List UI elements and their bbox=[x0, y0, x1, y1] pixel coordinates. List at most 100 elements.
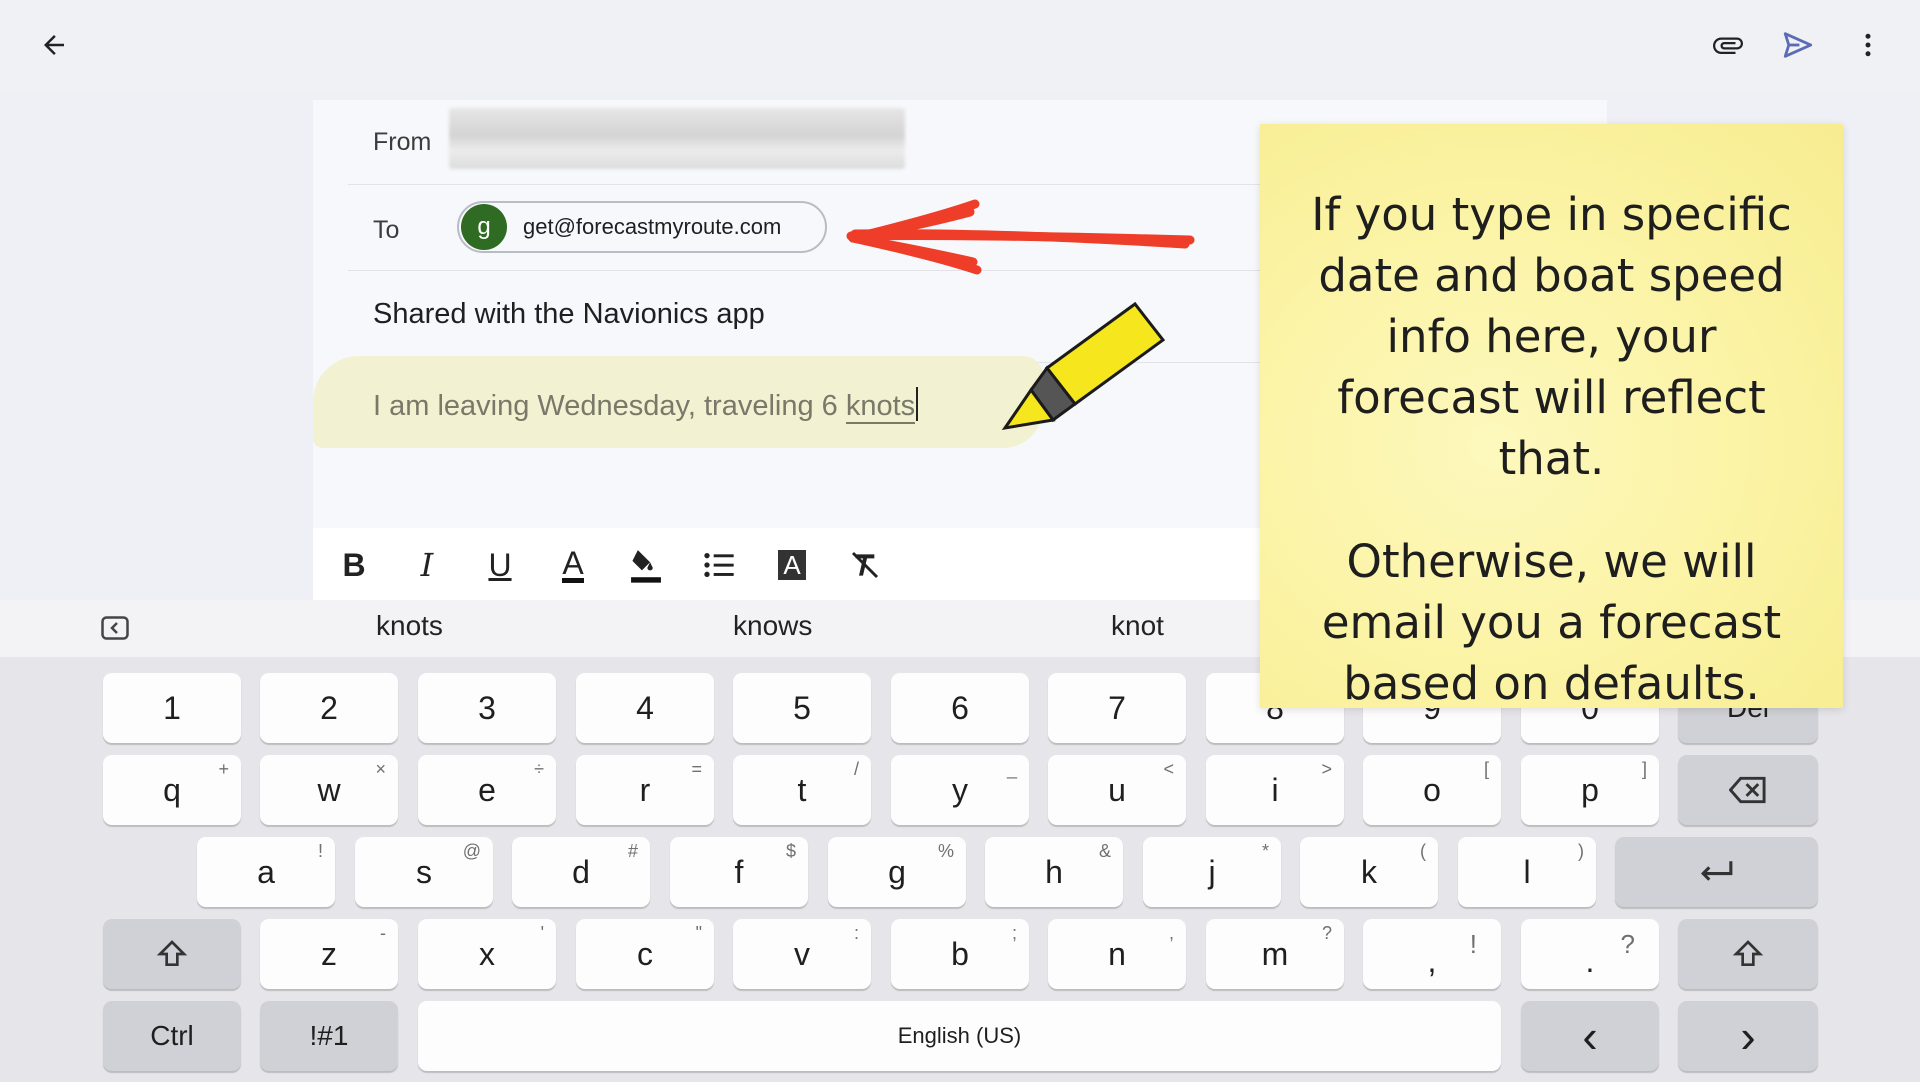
arrow-left-icon bbox=[44, 35, 64, 55]
body-text-prefix: I am leaving Wednesday, traveling 6 bbox=[373, 390, 846, 422]
bullet-list-icon bbox=[704, 553, 734, 577]
key-label: x bbox=[479, 935, 495, 972]
sticky-note-annotation: If you type in specific date and boat sp… bbox=[1260, 124, 1843, 710]
more-vert-icon bbox=[1865, 33, 1871, 57]
from-field-redacted[interactable] bbox=[449, 108, 905, 169]
key-label: o bbox=[1423, 771, 1441, 808]
key-s[interactable]: s @ bbox=[355, 837, 493, 907]
text-color-button[interactable]: A bbox=[548, 540, 598, 590]
key-z[interactable]: z- bbox=[260, 919, 398, 989]
suggestion-knows[interactable]: knows bbox=[733, 610, 812, 642]
key-hint: ; bbox=[1011, 923, 1017, 943]
shift-right-key[interactable] bbox=[1678, 919, 1818, 989]
suggestion-knot[interactable]: knot bbox=[1111, 610, 1164, 642]
bold-icon: B bbox=[342, 546, 366, 583]
key-m[interactable]: m? bbox=[1206, 919, 1344, 989]
key-label: i bbox=[1271, 771, 1279, 808]
key-label: h bbox=[1045, 853, 1063, 890]
key-p[interactable]: p] bbox=[1521, 755, 1659, 825]
back-button[interactable] bbox=[26, 20, 82, 70]
key-label: d bbox=[572, 853, 590, 890]
backspace-key[interactable] bbox=[1678, 755, 1818, 825]
recipient-chip[interactable]: g get@forecastmyroute.com bbox=[457, 201, 827, 253]
key-period[interactable]: .? bbox=[1521, 919, 1659, 989]
key-d[interactable]: d # bbox=[512, 837, 650, 907]
key-c[interactable]: c " bbox=[576, 919, 714, 989]
clear-format-button[interactable] bbox=[840, 540, 890, 590]
key-hint: , bbox=[1168, 923, 1174, 943]
key-label: p bbox=[1581, 771, 1599, 808]
key-r[interactable]: r = bbox=[576, 755, 714, 825]
key-hint: ( bbox=[1420, 841, 1426, 861]
text-background-icon: A bbox=[778, 550, 806, 580]
shift-icon bbox=[1732, 940, 1764, 966]
key-hint: [ bbox=[1483, 759, 1489, 779]
text-background-button[interactable]: A bbox=[767, 540, 817, 590]
backspace-icon bbox=[1729, 776, 1766, 804]
key-n[interactable]: n, bbox=[1048, 919, 1186, 989]
key-g[interactable]: g% bbox=[828, 837, 966, 907]
key-f[interactable]: f $ bbox=[670, 837, 808, 907]
key-4[interactable]: 4 bbox=[576, 673, 714, 743]
suggestion-knots[interactable]: knots bbox=[376, 610, 443, 642]
keyboard-toggle-button[interactable] bbox=[101, 616, 129, 640]
attach-button[interactable] bbox=[1700, 20, 1756, 70]
key-k[interactable]: k( bbox=[1300, 837, 1438, 907]
send-button[interactable] bbox=[1770, 20, 1826, 70]
bold-button[interactable]: B bbox=[329, 540, 379, 590]
key-q[interactable]: q + bbox=[103, 755, 241, 825]
key-o[interactable]: o[ bbox=[1363, 755, 1501, 825]
paperclip-icon bbox=[1713, 37, 1743, 54]
key-comma[interactable]: ,! bbox=[1363, 919, 1501, 989]
key-t[interactable]: t / bbox=[733, 755, 871, 825]
cursor-right-key[interactable]: › bbox=[1678, 1001, 1818, 1071]
key-label: , bbox=[1427, 942, 1437, 979]
message-body[interactable]: I am leaving Wednesday, traveling 6 knot… bbox=[373, 387, 919, 424]
key-label: g bbox=[888, 853, 906, 890]
cursor-left-key[interactable]: ‹ bbox=[1521, 1001, 1659, 1071]
more-options-button[interactable] bbox=[1840, 20, 1896, 70]
key-l[interactable]: l) bbox=[1458, 837, 1596, 907]
key-label: y bbox=[952, 771, 968, 808]
key-label: b bbox=[951, 935, 969, 972]
highlighter-pen-icon bbox=[1001, 301, 1166, 431]
key-j[interactable]: j * bbox=[1143, 837, 1281, 907]
ctrl-key[interactable]: Ctrl bbox=[103, 1001, 241, 1071]
key-y[interactable]: y _ bbox=[891, 755, 1029, 825]
key-hint: - bbox=[380, 923, 386, 943]
key-i[interactable]: i > bbox=[1206, 755, 1344, 825]
body-last-word: knots bbox=[845, 390, 916, 424]
key-label: e bbox=[478, 771, 496, 808]
key-6[interactable]: 6 bbox=[891, 673, 1029, 743]
text-color-icon: A bbox=[562, 544, 584, 583]
key-h[interactable]: h & bbox=[985, 837, 1123, 907]
shift-left-key[interactable] bbox=[103, 919, 241, 989]
key-3[interactable]: 3 bbox=[418, 673, 556, 743]
fill-color-button[interactable] bbox=[621, 540, 671, 590]
key-e[interactable]: e ÷ bbox=[418, 755, 556, 825]
key-hint: ÷ bbox=[534, 759, 544, 779]
key-label: c bbox=[637, 935, 653, 972]
symbols-key[interactable]: !#1 bbox=[260, 1001, 398, 1071]
note-paragraph-1: If you type in specific date and boat sp… bbox=[1311, 188, 1792, 485]
key-1[interactable]: 1 bbox=[103, 673, 241, 743]
underline-button[interactable]: U bbox=[475, 540, 525, 590]
top-app-bar bbox=[0, 0, 1920, 92]
key-a[interactable]: a! bbox=[197, 837, 335, 907]
key-label: f bbox=[734, 853, 744, 890]
key-2[interactable]: 2 bbox=[260, 673, 398, 743]
bullet-list-button[interactable] bbox=[694, 540, 744, 590]
key-b[interactable]: b; bbox=[891, 919, 1029, 989]
subject-field[interactable]: Shared with the Navionics app bbox=[373, 298, 765, 331]
key-5[interactable]: 5 bbox=[733, 673, 871, 743]
key-u[interactable]: u < bbox=[1048, 755, 1186, 825]
key-x[interactable]: x ' bbox=[418, 919, 556, 989]
space-key[interactable]: English (US) bbox=[418, 1001, 1501, 1071]
italic-button[interactable]: I bbox=[402, 540, 452, 590]
key-7[interactable]: 7 bbox=[1048, 673, 1186, 743]
key-hint: ! bbox=[317, 841, 323, 861]
enter-key[interactable] bbox=[1615, 837, 1818, 907]
key-label: m bbox=[1261, 935, 1289, 972]
key-w[interactable]: w × bbox=[260, 755, 398, 825]
key-v[interactable]: v: bbox=[733, 919, 871, 989]
